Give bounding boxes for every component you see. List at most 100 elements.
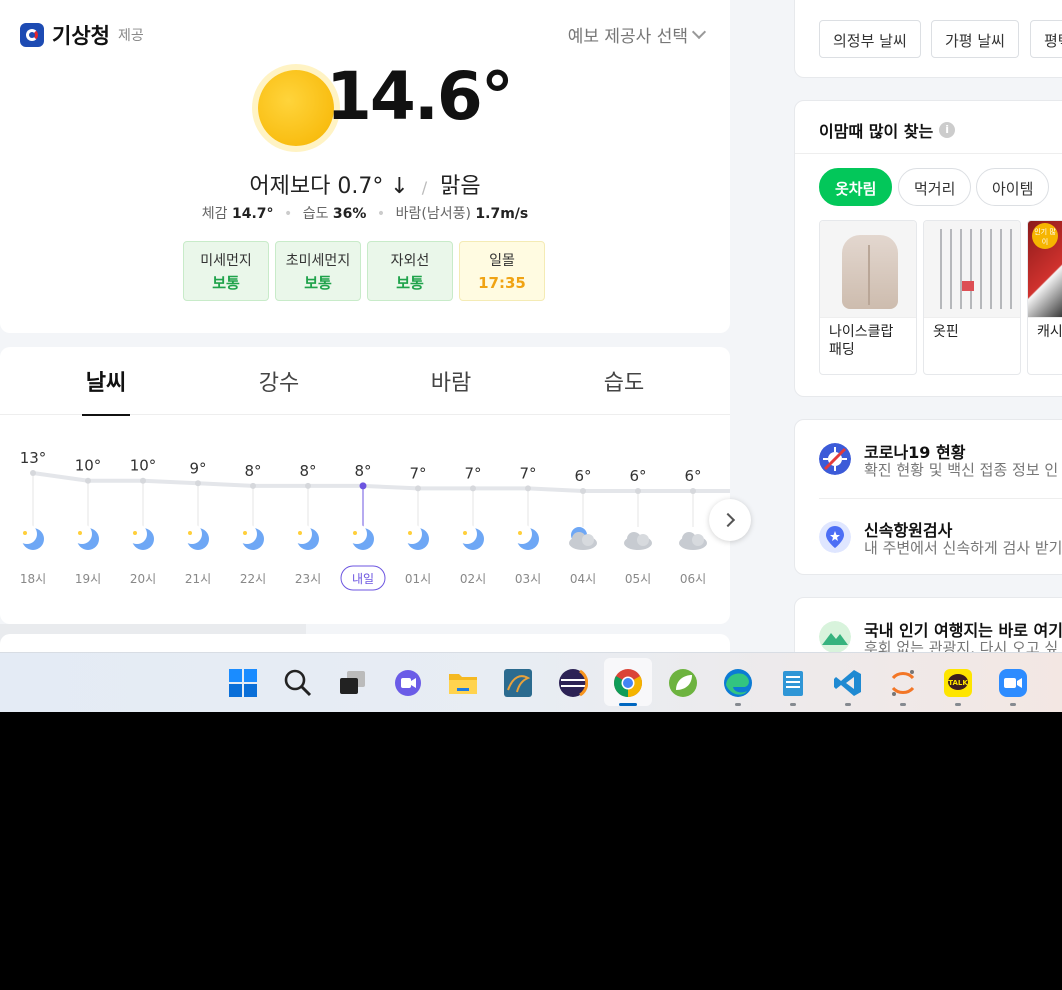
hour-time-label: 04시 (570, 572, 596, 586)
region-chip[interactable]: 평택 (1030, 20, 1062, 58)
region-chip[interactable]: 가평 날씨 (931, 20, 1019, 58)
info-icon[interactable]: i (939, 122, 956, 138)
edge-icon[interactable] (723, 668, 753, 698)
hour-time-label: 01시 (405, 572, 431, 586)
running-indicator (735, 703, 741, 706)
windows-start-icon[interactable] (228, 668, 258, 698)
chevron-down-icon (691, 24, 707, 39)
product-card[interactable]: 옷핀 (923, 220, 1021, 375)
temperature-point (635, 488, 641, 494)
vscode-icon[interactable] (833, 668, 863, 698)
chip-value: 보통 (396, 274, 424, 292)
temperature-point (30, 470, 36, 476)
file-explorer-icon[interactable] (448, 668, 478, 698)
location-pin-icon (819, 521, 851, 553)
running-indicator (900, 703, 906, 706)
next-section-card (0, 634, 730, 652)
filter-clothing[interactable]: 옷차림 (819, 168, 893, 206)
spring-tools-icon[interactable] (668, 668, 698, 698)
jupyter-icon[interactable] (888, 668, 918, 698)
tab-precipitation[interactable]: 강수 (219, 365, 339, 397)
service-subtitle: 후회 없는 관광지, 다시 오고 싶 (864, 639, 1059, 652)
hour-time-label: 19시 (75, 572, 101, 586)
task-view-icon[interactable] (338, 668, 368, 698)
temperature-point (525, 485, 531, 492)
wind-label: 바람(남서풍) (395, 206, 471, 222)
hour-temperature-label: 7° (519, 464, 536, 482)
hour-time-label: 06시 (680, 572, 706, 586)
tab-humidity[interactable]: 습도 (564, 365, 684, 397)
temperature-point (690, 488, 696, 494)
hour-temperature-label: 10° (130, 457, 157, 475)
tab-weather[interactable]: 날씨 (46, 365, 166, 416)
hour-temperature-label: 8° (244, 462, 261, 480)
chip-label: 일몰 (489, 253, 515, 269)
teams-chat-icon[interactable] (393, 668, 423, 698)
cloudy-night-icon (569, 527, 597, 550)
hour-time-label: 21시 (185, 572, 211, 586)
travel-link[interactable]: 국내 인기 여행지는 바로 여기 후회 없는 관광지, 다시 오고 싶 (819, 617, 1062, 652)
provider-select-dropdown[interactable]: 예보 제공사 선택 (567, 22, 707, 47)
kakaotalk-icon[interactable]: TALK (943, 668, 973, 698)
popular-title-text: 이맘때 많이 찾는 (819, 122, 934, 141)
current-temperature: 14.6° (326, 58, 514, 135)
running-indicator (619, 703, 637, 706)
humidity-label: 습도 (302, 206, 329, 222)
covid-status-link[interactable]: 코로나19 현황 확진 현황 및 백신 접종 정보 인 (819, 439, 1062, 499)
hour-temperature-label: 8° (354, 462, 371, 480)
product-card[interactable]: 인기 많이 캐시 플러 (1027, 220, 1062, 375)
chip-label: 미세먼지 (200, 253, 252, 269)
filter-items[interactable]: 아이템 (976, 168, 1050, 206)
moon-icon (457, 524, 484, 550)
cloud-icon (679, 532, 707, 550)
hour-temperature-label: 13° (20, 449, 47, 467)
hour-temperature-label: 7° (464, 464, 481, 482)
uv-chip[interactable]: 자외선 보통 (367, 241, 453, 301)
filter-food[interactable]: 먹거리 (898, 168, 972, 206)
running-indicator (790, 703, 796, 706)
rapid-test-link[interactable]: 신속항원검사 내 주변에서 신속하게 검사 받기 (819, 517, 1062, 577)
windows-taskbar: TALK (0, 652, 1062, 712)
service-subtitle: 내 주변에서 신속하게 검사 받기 (864, 539, 1062, 557)
hour-time-label: 03시 (515, 572, 541, 586)
product-card[interactable]: 나이스클랍 패딩 (819, 220, 917, 375)
product-image: 인기 많이 (1028, 221, 1062, 318)
mountain-icon (819, 621, 851, 652)
chip-value: 보통 (212, 274, 240, 292)
hour-time-label: 22시 (240, 572, 266, 586)
hour-temperature-label: 9° (189, 459, 206, 477)
provider-select-label: 예보 제공사 선택 (567, 27, 688, 47)
chip-label: 자외선 (390, 253, 430, 269)
tab-wind[interactable]: 바람 (391, 365, 511, 397)
eclipse-icon[interactable] (558, 668, 588, 698)
moon-icon (182, 524, 209, 550)
ultrafine-dust-chip[interactable]: 초미세먼지 보통 (275, 241, 361, 301)
sunset-chip[interactable]: 일몰 17:35 (459, 241, 545, 301)
mysql-workbench-icon[interactable] (503, 668, 533, 698)
moon-icon (512, 524, 539, 550)
hourly-forecast-card: 날씨 강수 바람 습도 13° 18시 10° 19시 10° 20시 9° 21시 8° 22시… (0, 347, 751, 624)
hourly-temperature-chart: 13° 18시 10° 19시 10° 20시 9° 21시 8° 22시 8° 23시 8° 내일 7° 0… (17, 449, 730, 591)
hour-temperature-label: 7° (409, 464, 426, 482)
fine-dust-chip[interactable]: 미세먼지 보통 (183, 241, 269, 301)
temperature-point (85, 477, 91, 484)
browser-viewport: 기상청 제공 예보 제공사 선택 14.6° 어제보다 0.7° ↓ / 맑음 … (0, 0, 1062, 652)
product-image (820, 221, 916, 318)
popular-badge: 인기 많이 (1032, 223, 1058, 249)
temperature-point (305, 482, 311, 489)
search-icon[interactable] (283, 668, 313, 698)
zoom-icon[interactable] (998, 668, 1028, 698)
next-hours-button[interactable] (709, 499, 751, 541)
weather-summary-card: 기상청 제공 예보 제공사 선택 14.6° 어제보다 0.7° ↓ / 맑음 … (0, 0, 730, 333)
chrome-icon[interactable] (613, 668, 643, 698)
region-chip[interactable]: 의정부 날씨 (819, 20, 921, 58)
hour-temperature-label: 10° (75, 457, 102, 475)
hour-time-label: 20시 (130, 572, 156, 586)
hour-temperature-label: 6° (684, 467, 701, 485)
product-image (924, 221, 1020, 318)
weather-condition: 맑음 (440, 174, 481, 199)
provider-info: 기상청 제공 (20, 20, 144, 50)
chevron-right-icon (720, 512, 736, 528)
notepad-icon[interactable] (778, 668, 808, 698)
service-subtitle: 확진 현황 및 백신 접종 정보 인 (864, 461, 1059, 479)
